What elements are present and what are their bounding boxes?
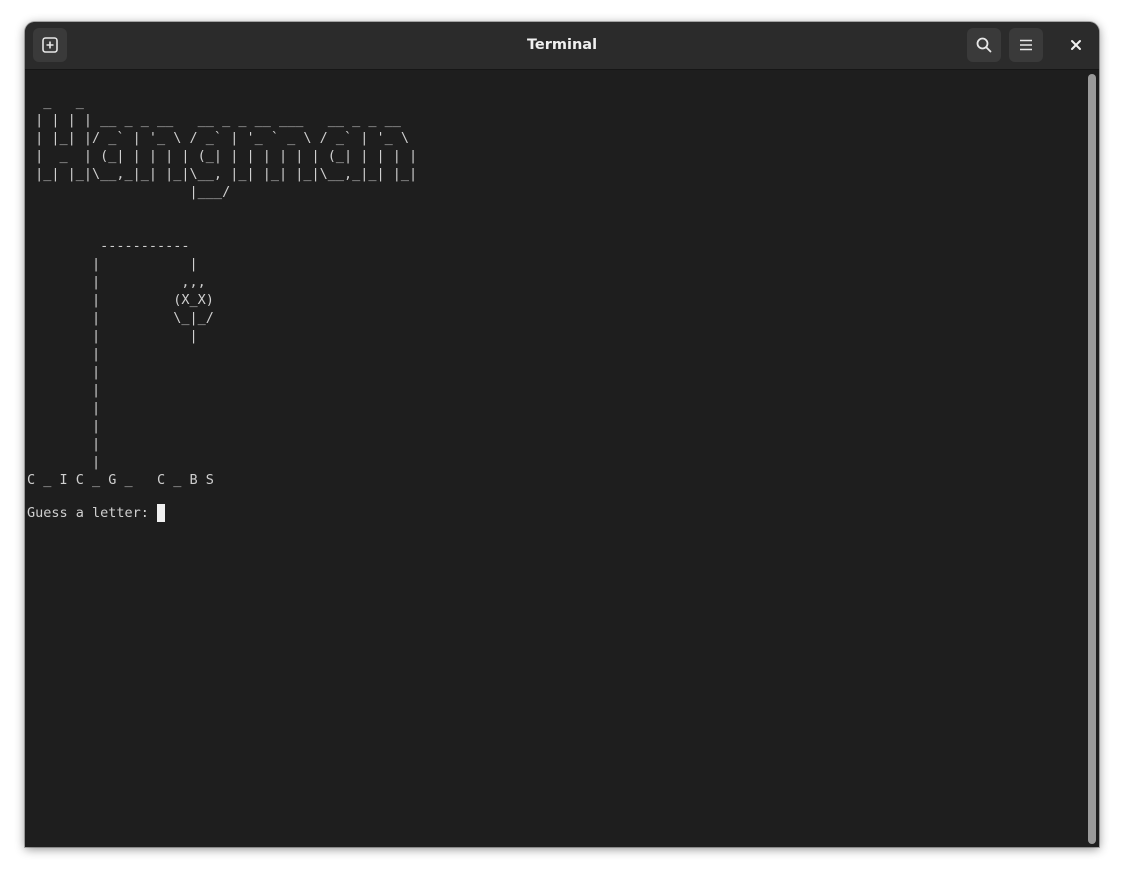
window-title: Terminal xyxy=(526,37,598,53)
gallows-line: | xyxy=(27,364,101,380)
gallows-line: | \_|_/ xyxy=(27,310,214,326)
gallows-line: | xyxy=(27,400,101,416)
gallows-line: | | xyxy=(27,256,198,272)
prompt-text: Guess a letter: xyxy=(27,505,158,521)
hamburger-menu-icon xyxy=(1020,39,1032,51)
gallows-line: ----------- xyxy=(27,238,190,254)
close-icon xyxy=(1071,40,1081,50)
gallows-line: | xyxy=(27,382,101,398)
gallows-line: | (X_X) xyxy=(27,292,214,308)
gallows-line: | xyxy=(27,418,101,434)
text-cursor xyxy=(157,504,166,522)
close-button[interactable] xyxy=(1061,30,1091,60)
search-button[interactable] xyxy=(967,28,1001,62)
banner-line: | | | | __ _ _ __ __ _ _ __ ___ __ _ _ _… xyxy=(27,112,401,128)
menu-button[interactable] xyxy=(1009,28,1043,62)
header-bar: Terminal xyxy=(25,22,1099,70)
gallows-line: | ,,, xyxy=(27,274,206,290)
terminal-output-area[interactable]: _ _ | | | | __ _ _ __ __ _ _ __ ___ __ _… xyxy=(25,70,1083,847)
banner-line: _ _ xyxy=(27,94,84,110)
banner-line: | _ | (_| | | | | (_| | | | | | | (_| | … xyxy=(27,148,418,164)
gallows-line: | | xyxy=(27,328,198,344)
banner-line: |___/ xyxy=(27,184,231,200)
terminal-text: _ _ | | | | __ _ _ __ __ _ _ __ ___ __ _… xyxy=(27,93,417,489)
gallows-line: | xyxy=(27,346,101,362)
vertical-scrollbar[interactable] xyxy=(1088,74,1096,844)
scrollbar-thumb[interactable] xyxy=(1088,74,1096,844)
input-prompt-line[interactable]: Guess a letter: xyxy=(27,504,166,522)
gallows-line: | xyxy=(27,436,101,452)
word-progress: C _ I C _ G _ C _ B S xyxy=(27,472,214,488)
gallows-line: | xyxy=(27,454,101,470)
banner-line: |_| |_|\__,_|_| |_|\__, |_| |_| |_|\__,_… xyxy=(27,166,418,182)
banner-line: | |_| |/ _` | '_ \ / _` | '_ ` _ \ / _` … xyxy=(27,130,410,146)
terminal-window: Terminal _ _ | | | | __ _ _ __ __ _ _ __… xyxy=(25,22,1099,847)
search-icon xyxy=(976,37,992,53)
